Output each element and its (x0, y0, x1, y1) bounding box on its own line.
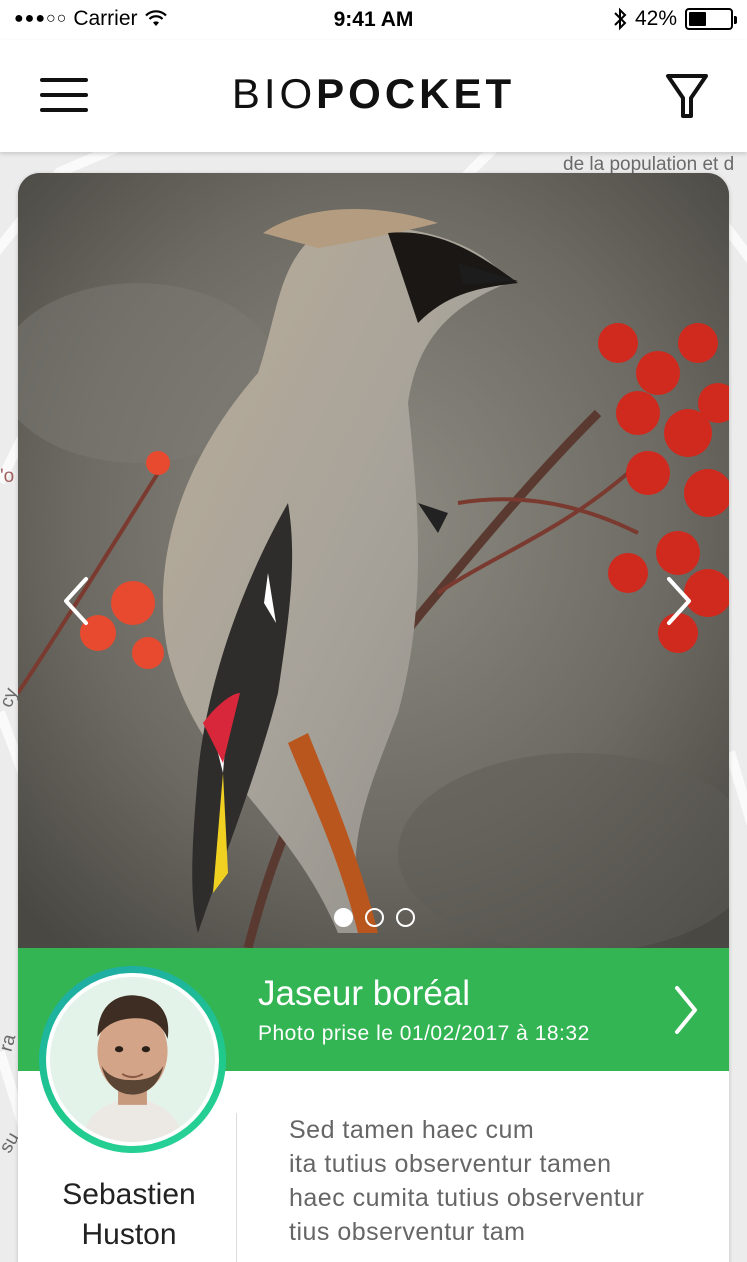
species-name: Jaseur boréal (258, 974, 471, 1013)
author-first-name: Sebastien (62, 1178, 196, 1211)
bluetooth-icon (614, 7, 627, 31)
battery-percent: 42% (634, 7, 677, 30)
previous-photo-button[interactable] (56, 573, 96, 629)
author-name[interactable]: Sebastien Huston (18, 1175, 240, 1255)
app-logo: BIOPOCKET (0, 70, 747, 118)
bird-illustration (18, 173, 729, 948)
pager-dot[interactable] (365, 908, 384, 927)
species-photo[interactable] (18, 173, 729, 948)
avatar-border (46, 973, 219, 1146)
battery-level (689, 12, 706, 26)
filter-button[interactable] (665, 72, 709, 120)
author-avatar[interactable] (39, 966, 226, 1153)
photo-date: Photo prise le 01/02/2017 à 18:32 (258, 1022, 590, 1045)
battery-icon (685, 8, 737, 30)
description-line: ita tutius observentur tamen (289, 1150, 612, 1178)
logo-text-light: BIO (231, 70, 317, 117)
logo-text-bold: POCKET (316, 70, 516, 117)
description-line: Sed tamen haec cum (289, 1116, 535, 1144)
status-bar: ●●●○○ Carrier 9:41 AM 42% (0, 0, 747, 40)
avatar-image (50, 977, 215, 1142)
filter-icon (666, 74, 708, 118)
description-line: haec cumita tutius observentur (289, 1184, 645, 1212)
chevron-right-icon (667, 577, 691, 625)
photo-pager (334, 908, 415, 927)
description-line: tius observentur tam (289, 1218, 526, 1246)
avatar-portrait (50, 977, 215, 1142)
pager-dot[interactable] (396, 908, 415, 927)
chevron-left-icon (64, 577, 88, 625)
status-right: 42% (613, 7, 737, 31)
chevron-right-icon (675, 986, 697, 1034)
species-detail-button[interactable] (671, 984, 701, 1036)
author-last-name: Huston (81, 1218, 177, 1251)
pager-dot[interactable] (334, 908, 353, 927)
map-label: 'o (0, 466, 15, 487)
nav-bar: BIOPOCKET (0, 40, 747, 152)
next-photo-button[interactable] (659, 573, 699, 629)
observation-description: Sed tamen haec cum ita tutius observentu… (289, 1113, 709, 1249)
